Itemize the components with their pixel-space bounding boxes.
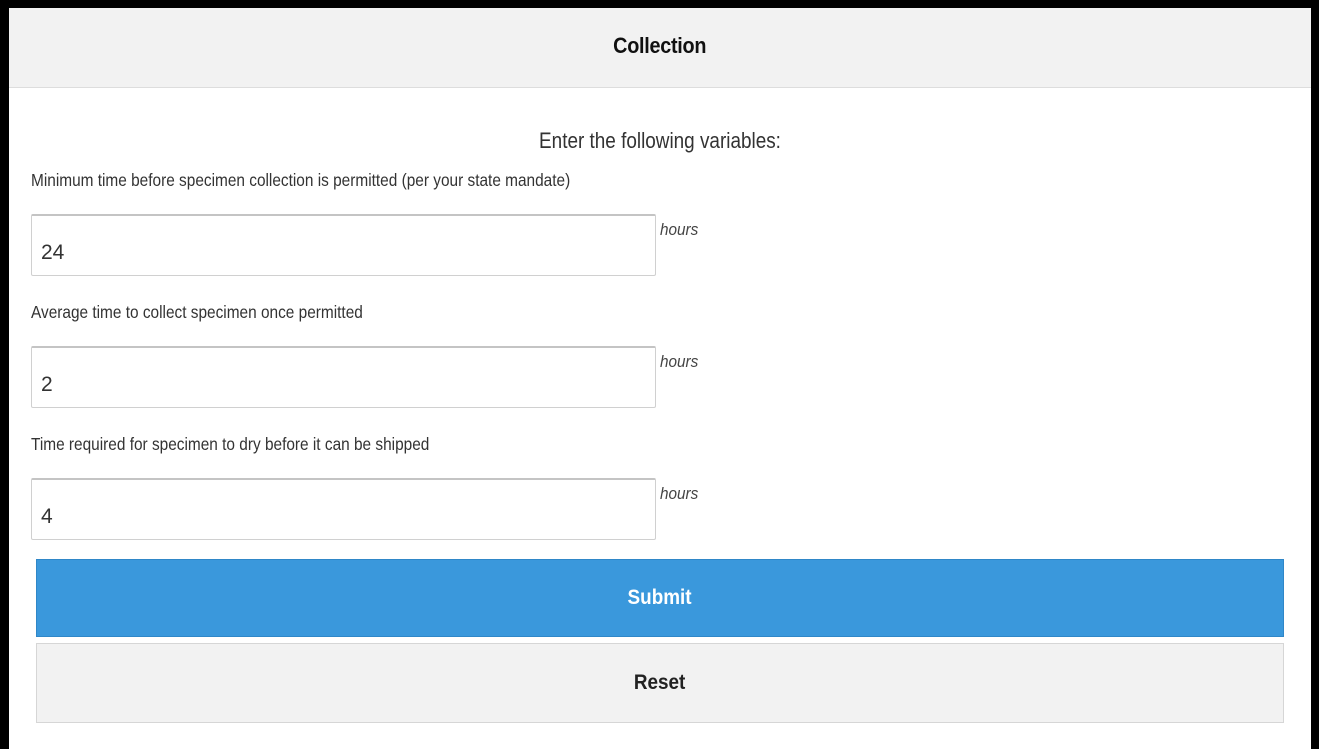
intro-text: Enter the following variables: — [539, 128, 781, 153]
avg-collect-time-input[interactable] — [31, 346, 656, 408]
avg-collect-time-label: Average time to collect specimen once pe… — [31, 302, 363, 322]
submit-button-label: Submit — [627, 586, 693, 609]
avg-collect-time-unit: hours — [660, 352, 699, 371]
reset-button-label: Reset — [634, 671, 686, 694]
dry-time-unit: hours — [660, 484, 699, 503]
collection-panel: Collection Enter the following variables… — [9, 8, 1311, 749]
min-time-unit: hours — [660, 220, 699, 239]
submit-button[interactable]: Submit — [36, 559, 1284, 637]
reset-button[interactable]: Reset — [36, 643, 1284, 723]
dry-time-input[interactable] — [31, 478, 656, 540]
panel-header: Collection — [9, 8, 1311, 88]
min-time-input[interactable] — [31, 214, 656, 276]
panel-title: Collection — [613, 33, 707, 58]
dry-time-label: Time required for specimen to dry before… — [31, 434, 430, 454]
min-time-label: Minimum time before specimen collection … — [31, 170, 571, 190]
